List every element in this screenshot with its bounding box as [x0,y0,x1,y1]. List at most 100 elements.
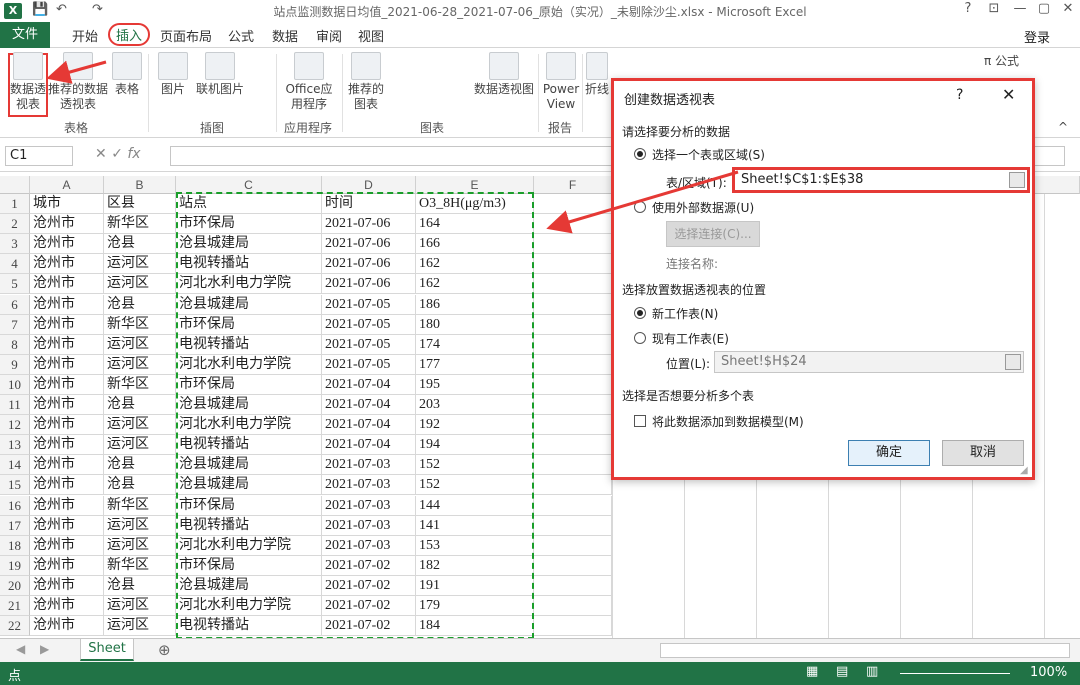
fx-icon[interactable]: fx [127,146,140,162]
power-view-button[interactable]: Power View [542,52,580,112]
cell[interactable] [534,515,612,536]
cell[interactable]: 运河区 [104,515,176,536]
cell[interactable]: 沧州市 [30,475,104,496]
row-header[interactable]: 17 [0,515,30,536]
cell[interactable] [534,575,612,596]
range-input[interactable]: Sheet!$C$1:$E$38 [732,167,1030,193]
cell[interactable]: 沧县 [104,395,176,415]
enter-icon[interactable]: ✓ [111,146,123,162]
cell[interactable]: 沧州市 [30,274,104,295]
cell[interactable]: 运河区 [104,415,176,436]
name-box[interactable]: C1 [5,146,73,166]
prev-sheet-icon[interactable]: ◀ [16,642,25,656]
cell[interactable]: 沧县 [104,455,176,476]
row-header[interactable]: 19 [0,555,30,576]
sheet-tab[interactable]: Sheet [80,639,134,661]
cell[interactable]: 运河区 [104,254,176,275]
tab-formulas[interactable]: 公式 [228,26,254,45]
cell[interactable]: 沧州市 [30,515,104,536]
cell[interactable]: 新华区 [104,495,176,516]
cell[interactable]: 沧州市 [30,575,104,596]
row-header[interactable]: 15 [0,475,30,496]
cell[interactable]: 沧州市 [30,314,104,335]
row-header[interactable]: 7 [0,314,30,335]
cell[interactable] [534,354,612,375]
radio-select-table[interactable] [634,148,646,160]
cell[interactable]: 沧州市 [30,535,104,556]
cell[interactable]: 沧州市 [30,415,104,436]
line-sparkline-button[interactable]: 折线 [584,52,610,97]
tab-insert[interactable]: 插入 [108,23,151,46]
row-header[interactable]: 20 [0,575,30,596]
column-header-f[interactable]: F [534,176,612,194]
tab-review[interactable]: 审阅 [316,26,342,45]
cell[interactable]: 沧县 [104,575,176,596]
cell[interactable]: 沧州市 [30,616,104,637]
row-header[interactable]: 18 [0,535,30,556]
cell[interactable]: 沧县 [104,234,176,255]
row-header[interactable]: 16 [0,495,30,516]
cell[interactable]: 沧县 [104,294,176,315]
cancel-button[interactable]: 取消 [942,440,1024,466]
radio-external-source[interactable] [634,201,646,213]
cell[interactable]: 运河区 [104,334,176,355]
online-picture-button[interactable]: 联机图片 [192,52,248,97]
row-header[interactable]: 12 [0,415,30,436]
cell[interactable]: 沧州市 [30,435,104,456]
cell[interactable]: 城市 [30,194,104,214]
cell[interactable] [534,616,612,637]
choose-connection-button[interactable]: 选择连接(C)... [666,221,760,247]
redo-icon[interactable]: ↷ [92,2,103,17]
cell[interactable]: 新华区 [104,555,176,576]
cell[interactable] [534,294,612,315]
dialog-close-button[interactable]: ✕ [1002,85,1015,104]
save-icon[interactable]: 💾 [32,2,48,17]
page-layout-view-icon[interactable]: ▤ [836,664,848,679]
tab-home[interactable]: 开始 [72,26,98,45]
cell[interactable] [534,234,612,255]
cell[interactable] [534,374,612,395]
zoom-level[interactable]: 100% [1030,665,1067,680]
tab-file[interactable]: 文件 [0,22,50,48]
tab-view[interactable]: 视图 [358,26,384,45]
pivot-table-button[interactable]: 数据透视表 [10,52,46,112]
picture-button[interactable]: 图片 [156,52,190,97]
collapse-ribbon-icon[interactable]: ^ [1058,120,1068,135]
row-header[interactable]: 11 [0,395,30,415]
column-header-b[interactable]: B [104,176,176,194]
cell[interactable]: 沧州市 [30,234,104,255]
tab-page-layout[interactable]: 页面布局 [160,26,212,45]
resize-grip-icon[interactable]: ◢ [1020,465,1028,476]
row-header[interactable]: 5 [0,274,30,295]
radio-new-sheet[interactable] [634,307,646,319]
cell[interactable] [534,254,612,275]
cell[interactable]: 沧州市 [30,214,104,235]
cell[interactable] [534,596,612,616]
recommended-pivot-button[interactable]: 推荐的数据透视表 [48,52,108,112]
radio-existing-sheet[interactable] [634,332,646,344]
cell[interactable]: 运河区 [104,596,176,616]
cell[interactable]: 运河区 [104,354,176,375]
cell[interactable]: 沧州市 [30,254,104,275]
cell[interactable]: 区县 [104,194,176,214]
cell[interactable] [534,435,612,456]
cell[interactable]: 新华区 [104,314,176,335]
cell[interactable]: 沧州市 [30,294,104,315]
cell[interactable]: 沧州市 [30,596,104,616]
checkbox-data-model[interactable] [634,415,646,427]
ribbon-display-icon[interactable]: ⊡ [980,1,1008,16]
next-sheet-icon[interactable]: ▶ [40,642,49,656]
cell[interactable]: 沧州市 [30,374,104,395]
cell[interactable]: 新华区 [104,214,176,235]
cell[interactable] [534,334,612,355]
recommended-charts-button[interactable]: 推荐的图表 [346,52,386,112]
cell[interactable]: 新华区 [104,374,176,395]
cell[interactable]: 沧县 [104,475,176,496]
cell[interactable]: 沧州市 [30,395,104,415]
cell[interactable]: 运河区 [104,616,176,637]
close-button[interactable]: ✕ [1054,1,1080,16]
horizontal-scrollbar[interactable] [660,643,1070,658]
table-button[interactable]: 表格 [110,52,144,97]
cell[interactable]: 运河区 [104,435,176,456]
row-header[interactable]: 4 [0,254,30,275]
